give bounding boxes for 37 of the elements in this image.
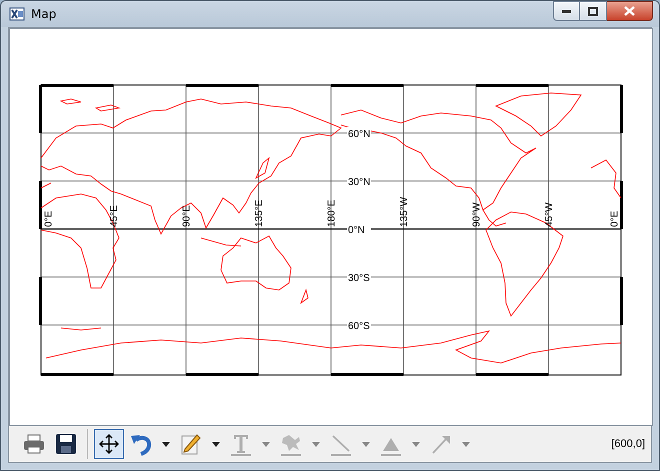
maximize-button[interactable]: [580, 1, 607, 21]
longitude-label: 135°W: [399, 196, 410, 227]
latitude-label: 0°N: [348, 225, 365, 236]
caret-icon: [312, 442, 320, 446]
caret-icon: [362, 442, 370, 446]
app-icon: [9, 6, 25, 22]
longitude-label: 45°W: [544, 202, 555, 227]
caret-icon: [162, 442, 170, 446]
undo-icon: [129, 432, 153, 456]
maximize-icon: [588, 6, 598, 16]
minimize-icon: [562, 10, 571, 12]
close-button[interactable]: [607, 1, 653, 21]
latitude-label: 60°N: [348, 129, 370, 140]
pencil-icon: [179, 432, 203, 456]
longitude-label: 180°E: [326, 200, 338, 227]
text-icon: [229, 432, 253, 456]
caret-icon: [462, 442, 470, 446]
latitude-label: 30°S: [348, 273, 370, 284]
latitude-label: 30°N: [348, 177, 370, 188]
caret-icon: [212, 442, 220, 446]
longitude-label: 90°E: [182, 205, 192, 227]
coordinates-readout: [600,0]: [611, 438, 645, 450]
longitude-label: 90°W: [472, 202, 482, 227]
minimize-button[interactable]: [553, 1, 580, 21]
longitude-label: 45°E: [109, 205, 120, 227]
fit-tool-button[interactable]: [94, 429, 124, 459]
longitude-label: 0°E: [44, 210, 54, 227]
move-arrows-icon: [97, 432, 121, 456]
longitude-label: 135°E: [254, 200, 265, 227]
caret-icon: [412, 442, 420, 446]
brush-icon: [279, 432, 303, 456]
close-icon: [624, 6, 635, 16]
latitude-label: 60°S: [348, 321, 370, 332]
caret-icon: [262, 442, 270, 446]
longitude-label: 0°E: [610, 210, 620, 227]
window-title: Map: [31, 7, 58, 21]
printer-icon: [22, 432, 46, 456]
